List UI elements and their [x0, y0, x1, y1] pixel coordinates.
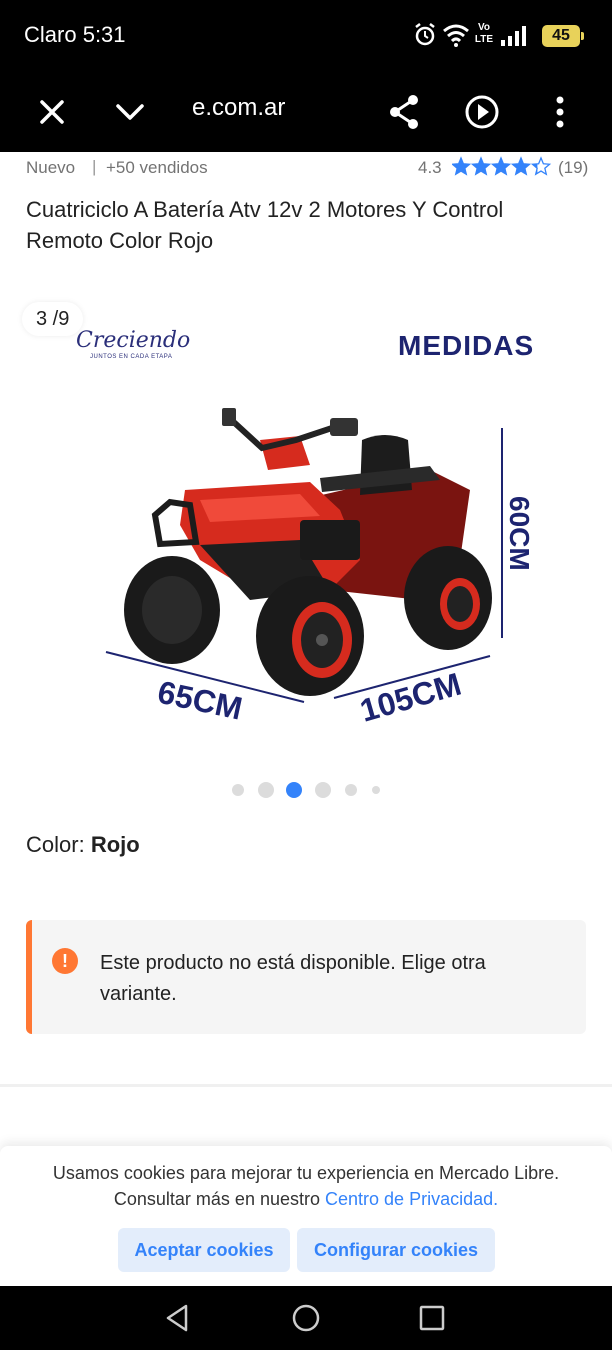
product-title: Cuatriciclo A Batería Atv 12v 2 Motores …: [26, 197, 504, 253]
color-label: Color:: [26, 832, 85, 857]
product-gallery[interactable]: Creciendo JUNTOS EN CADA ETAPA MEDIDAS 6…: [0, 290, 612, 798]
color-selection: Color: Rojo: [26, 832, 140, 858]
rating-stars[interactable]: [452, 156, 552, 178]
back-triangle-icon: [166, 1304, 188, 1332]
image-counter: 3 /9: [22, 302, 84, 336]
front-right-wheel: [256, 576, 364, 696]
cookie-banner: Usamos cookies para mejorar tu experienc…: [0, 1146, 612, 1286]
notice-accent-bar: [26, 920, 32, 1034]
status-icons: Vo LTE 45: [414, 22, 584, 50]
star-icon: [452, 158, 470, 175]
back-button[interactable]: [160, 1300, 196, 1336]
section-divider: [0, 1084, 612, 1087]
share-button[interactable]: [380, 88, 428, 136]
battery-indicator: 45: [542, 25, 584, 47]
pagination-dot[interactable]: [232, 784, 244, 796]
unavailable-notice: ! Este producto no está disponible. Elig…: [26, 920, 586, 1034]
width-dimension-label: 65CM: [155, 674, 246, 727]
length-dimension-label: 105CM: [356, 666, 465, 729]
pagination-dot[interactable]: [345, 784, 357, 796]
gallery-pagination: [0, 780, 612, 800]
pagination-dot[interactable]: [372, 786, 380, 794]
alarm-icon: [415, 23, 435, 46]
recents-square-icon: [419, 1305, 445, 1331]
pagination-dot[interactable]: [258, 782, 274, 798]
wifi-icon: [443, 24, 469, 47]
system-nav-bar: [0, 1286, 612, 1350]
carrier-label: Claro: [24, 22, 77, 47]
play-button[interactable]: [458, 88, 506, 136]
recents-button[interactable]: [414, 1300, 450, 1336]
url-display[interactable]: e.com.ar: [192, 94, 285, 122]
network-type: Vo LTE: [474, 22, 494, 45]
accept-cookies-button[interactable]: Aceptar cookies: [118, 1228, 290, 1272]
atv-image: 65CM 105CM 60CM: [105, 408, 535, 729]
condition-label: Nuevo: [26, 158, 76, 177]
signal-icon: [501, 26, 526, 46]
more-options-button[interactable]: [536, 88, 584, 136]
front-left-wheel: [124, 556, 220, 664]
close-button[interactable]: [28, 88, 76, 136]
star-icon: [472, 158, 490, 175]
star-icon: [492, 158, 510, 175]
privacy-center-link[interactable]: Centro de Privacidad.: [325, 1189, 498, 1209]
status-carrier-time: Claro 5:31: [24, 22, 126, 48]
home-button[interactable]: [288, 1300, 324, 1336]
rear-wheel: [404, 546, 492, 650]
close-icon: [40, 100, 64, 124]
play-circle-icon: [465, 95, 499, 129]
warning-icon: !: [52, 948, 78, 974]
chevron-down-icon: [116, 104, 144, 120]
share-icon: [390, 95, 418, 129]
cookie-message: Usamos cookies para mejorar tu experienc…: [40, 1160, 572, 1212]
review-count[interactable]: (19): [558, 158, 588, 178]
rating-value[interactable]: 4.3: [418, 158, 442, 178]
pagination-dot-active[interactable]: [286, 782, 302, 798]
status-bar: Claro 5:31 Vo LTE 45: [0, 0, 612, 72]
clock-label: 5:31: [82, 22, 126, 47]
product-meta-row: Nuevo | +50 vendidos 4.3 (19): [26, 156, 588, 182]
browser-toolbar: e.com.ar: [0, 72, 612, 152]
home-circle-icon: [292, 1304, 320, 1332]
configure-cookies-button[interactable]: Configurar cookies: [297, 1228, 495, 1272]
pagination-dot[interactable]: [315, 782, 331, 798]
meta-separator: |: [92, 157, 97, 176]
more-vertical-icon: [556, 96, 564, 128]
height-dimension-label: 60CM: [504, 496, 535, 571]
collapse-button[interactable]: [106, 88, 154, 136]
star-icon: [512, 158, 530, 175]
notice-text: Este producto no está disponible. Elige …: [100, 952, 486, 1005]
color-value: Rojo: [90, 832, 140, 857]
sold-count: +50 vendidos: [106, 158, 208, 177]
